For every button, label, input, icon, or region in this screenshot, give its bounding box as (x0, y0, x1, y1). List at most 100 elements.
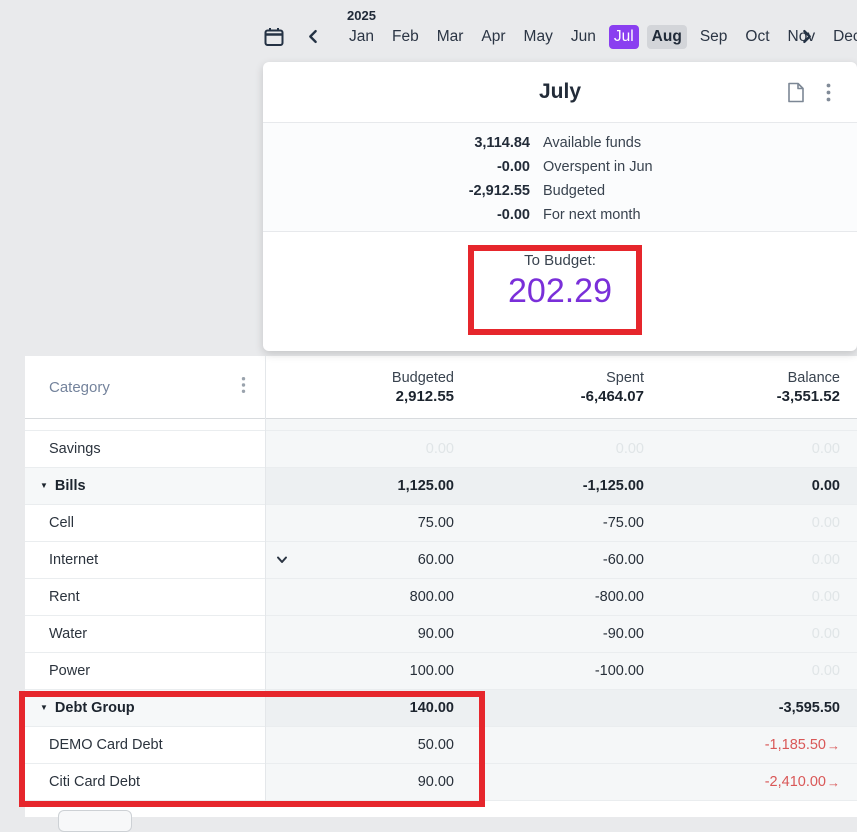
category-label: Power (49, 663, 90, 679)
budgeted-cell-value: 0.00 (426, 441, 454, 457)
spent-cell-cell[interactable]: -75.00 (456, 505, 646, 541)
collapse-triangle-icon[interactable]: ▼ (40, 703, 48, 712)
category-menu-icon[interactable] (241, 377, 246, 398)
budgeted-cell-citi-card-debt[interactable]: 90.00 (265, 764, 456, 800)
category-label: Citi Card Debt (49, 774, 140, 790)
month-feb[interactable]: Feb (387, 25, 424, 49)
category-row-cell: Cell75.00 -75.000.00 (25, 505, 857, 542)
month-may[interactable]: May (519, 25, 558, 49)
carryover-arrow-icon[interactable]: → (827, 738, 840, 753)
partial-button-bottom[interactable] (58, 810, 132, 832)
balance-cell-water[interactable]: 0.00 (646, 616, 857, 652)
month-sep[interactable]: Sep (695, 25, 733, 49)
budgeted-header-cell[interactable]: Budgeted 2,912.55 (265, 356, 456, 418)
balance-cell-bills[interactable]: 0.00 (646, 468, 857, 504)
panel-menu-icon[interactable] (826, 83, 831, 107)
balance-cell-rent[interactable]: 0.00 (646, 579, 857, 615)
to-budget-value[interactable]: 202.29 (263, 272, 857, 311)
month-aug[interactable]: Aug (647, 25, 687, 49)
month-title: July (263, 62, 857, 122)
spent-cell-demo-card-debt[interactable] (456, 727, 646, 763)
budgeted-cell-value: 140.00 (410, 700, 454, 716)
month-jan[interactable]: Jan (344, 25, 379, 49)
category-name-rent[interactable]: Rent (25, 579, 265, 615)
balance-cell-power[interactable]: 0.00 (646, 653, 857, 689)
category-row-demo-card-debt: DEMO Card Debt 50.00 -1,185.50→ (25, 727, 857, 764)
budgeted-cell-demo-card-debt[interactable]: 50.00 (265, 727, 456, 763)
month-jul[interactable]: Jul (609, 25, 639, 49)
spent-cell-value: -90.00 (603, 626, 644, 642)
balance-cell-value: -2,410.00 (765, 774, 826, 790)
category-name-water[interactable]: Water (25, 616, 265, 652)
category-name-savings[interactable]: Savings (25, 431, 265, 467)
budgeted-total: 2,912.55 (265, 388, 454, 405)
balance-cell-savings[interactable]: 0.00 (646, 431, 857, 467)
collapse-triangle-icon[interactable]: ▼ (40, 481, 48, 490)
balance-cell-value: 0.00 (812, 589, 840, 605)
category-name-debt-group[interactable]: ▼Debt Group (25, 690, 265, 726)
balance-cell-debt-group[interactable]: -3,595.50 (646, 690, 857, 726)
spent-header-cell[interactable]: Spent -6,464.07 (456, 356, 646, 418)
funds-summary: 3,114.84Available funds-0.00Overspent in… (263, 122, 857, 232)
balance-total: -3,551.52 (646, 388, 840, 405)
budgeted-cell-rent[interactable]: 800.00 (265, 579, 456, 615)
year-label: 2025 (347, 8, 376, 23)
spent-cell-value: -800.00 (595, 589, 644, 605)
budgeted-cell-debt-group[interactable]: 140.00 (265, 690, 456, 726)
spent-cell-value: -75.00 (603, 515, 644, 531)
summary-amount: -2,912.55 (263, 183, 530, 199)
month-jun[interactable]: Jun (566, 25, 601, 49)
balance-cell-value: 0.00 (812, 552, 840, 568)
category-label: DEMO Card Debt (49, 737, 163, 753)
category-name-demo-card-debt[interactable]: DEMO Card Debt (25, 727, 265, 763)
spent-cell-bills[interactable]: -1,125.00 (456, 468, 646, 504)
budgeted-cell-power[interactable]: 100.00 (265, 653, 456, 689)
month-dec[interactable]: Dec (828, 25, 857, 49)
notes-icon[interactable] (787, 82, 805, 108)
category-name-power[interactable]: Power (25, 653, 265, 689)
spent-cell-debt-group[interactable] (456, 690, 646, 726)
spent-cell-internet[interactable]: -60.00 (456, 542, 646, 578)
spent-cell-savings[interactable]: 0.00 (456, 431, 646, 467)
balance-cell-value: 0.00 (812, 663, 840, 679)
calendar-icon[interactable] (263, 26, 285, 53)
summary-line: -0.00Overspent in Jun (263, 155, 857, 179)
spent-cell-value: 0.00 (616, 441, 644, 457)
balance-header-cell[interactable]: Balance -3,551.52 (646, 356, 857, 418)
carryover-arrow-icon[interactable]: → (827, 775, 840, 790)
balance-cell-cell[interactable]: 0.00 (646, 505, 857, 541)
spent-cell-value: -60.00 (603, 552, 644, 568)
next-month-icon[interactable] (799, 29, 814, 49)
budgeted-cell-water[interactable]: 90.00 (265, 616, 456, 652)
budgeted-cell-value: 90.00 (418, 774, 454, 790)
column-divider (265, 356, 266, 801)
budgeted-cell-bills[interactable]: 1,125.00 (265, 468, 456, 504)
balance-cell-value: -1,185.50 (765, 737, 826, 753)
balance-cell-citi-card-debt[interactable]: -2,410.00→ (646, 764, 857, 800)
chevron-down-icon[interactable] (276, 552, 288, 568)
budgeted-cell-internet[interactable]: 60.00 (265, 542, 456, 578)
spent-cell-citi-card-debt[interactable] (456, 764, 646, 800)
category-name-cell[interactable]: Cell (25, 505, 265, 541)
budgeted-cell-value: 100.00 (410, 663, 454, 679)
panel-header: July (263, 62, 857, 122)
category-name-internet[interactable]: Internet (25, 542, 265, 578)
month-oct[interactable]: Oct (740, 25, 774, 49)
spent-cell-rent[interactable]: -800.00 (456, 579, 646, 615)
summary-line: 3,114.84Available funds (263, 131, 857, 155)
budgeted-cell-value: 60.00 (418, 552, 454, 568)
spent-cell-water[interactable]: -90.00 (456, 616, 646, 652)
summary-label: For next month (543, 207, 641, 223)
category-row-savings: Savings0.000.000.00 (25, 431, 857, 468)
balance-cell-demo-card-debt[interactable]: -1,185.50→ (646, 727, 857, 763)
category-name-bills[interactable]: ▼Bills (25, 468, 265, 504)
budgeted-cell-cell[interactable]: 75.00 (265, 505, 456, 541)
month-summary-panel: July 3,114.84Available funds-0.00Overspe… (263, 62, 857, 351)
month-mar[interactable]: Mar (432, 25, 469, 49)
prev-month-icon[interactable] (306, 29, 321, 49)
balance-cell-internet[interactable]: 0.00 (646, 542, 857, 578)
month-apr[interactable]: Apr (476, 25, 510, 49)
category-name-citi-card-debt[interactable]: Citi Card Debt (25, 764, 265, 800)
spent-cell-power[interactable]: -100.00 (456, 653, 646, 689)
budgeted-cell-savings[interactable]: 0.00 (265, 431, 456, 467)
